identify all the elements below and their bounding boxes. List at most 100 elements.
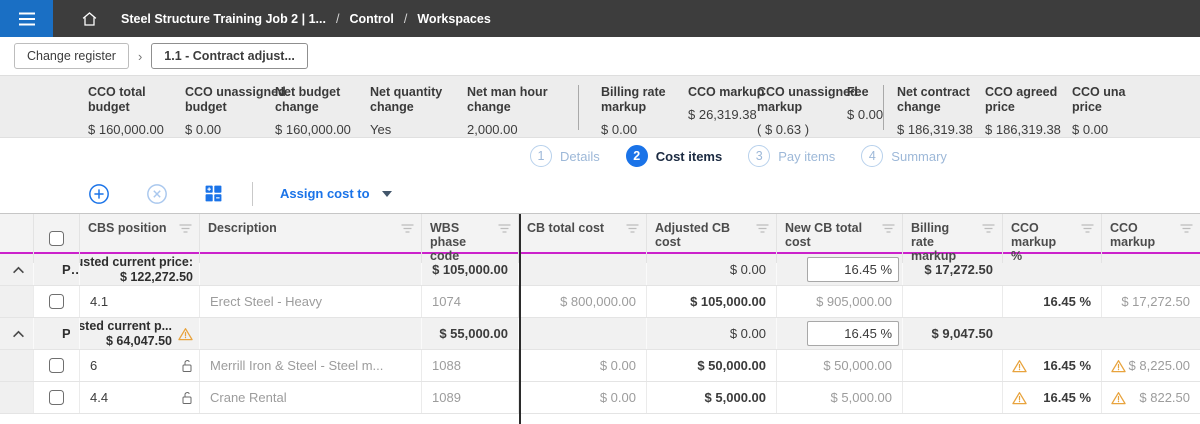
collapse-group-cell[interactable] [0, 318, 34, 349]
stats-divider [578, 85, 579, 130]
breadcrumb-control[interactable]: Control [349, 12, 393, 26]
filter-icon[interactable] [1081, 224, 1094, 233]
cbs-position-value: 4.4 [90, 390, 108, 405]
stat-billing-rate-markup: Billing rate markup $ 0.00 [601, 85, 688, 137]
stat-label: CCO markup [688, 85, 757, 100]
adjusted-cb-cost-cell: $ 55,000.00 [422, 318, 519, 349]
select-all-checkbox[interactable] [49, 231, 64, 246]
warning-icon [1111, 359, 1126, 373]
adjusted-price-value: $ 122,272.50 [80, 270, 193, 285]
filter-icon[interactable] [498, 224, 511, 233]
chevron-down-icon [382, 191, 392, 197]
filter-icon[interactable] [882, 224, 895, 233]
breadcrumb-workspaces[interactable]: Workspaces [417, 12, 490, 26]
billing-rate-markup-cell [903, 350, 1003, 381]
stat-value: Yes [370, 122, 467, 137]
warning-icon [178, 327, 193, 341]
step-cost-items[interactable]: 2 Cost items [626, 145, 722, 167]
expand-column-header [0, 214, 34, 263]
step-number: 4 [861, 145, 883, 167]
step-number: 1 [530, 145, 552, 167]
expand-cell [0, 286, 34, 317]
cb-total-cost-cell: $ 800,000.00 [519, 286, 647, 317]
filter-icon[interactable] [1180, 224, 1193, 233]
wbs-phase-code-cell: 1088 [422, 350, 519, 381]
add-row-button[interactable] [88, 183, 110, 205]
cco-markup-pct-value: 16.45 % [1043, 358, 1091, 373]
adjusted-price-label: Adjusted current p... [80, 319, 172, 334]
cost-item-row: 6 Merrill Iron & Steel - Steel m... 1088… [0, 350, 1200, 382]
warning-icon [1012, 359, 1027, 373]
stat-value: $ 160,000.00 [275, 122, 370, 137]
cco-markup-pct-cell [777, 318, 903, 349]
filter-icon[interactable] [982, 224, 995, 233]
row-checkbox-cell [34, 350, 80, 381]
summary-stats-bar: CCO total budget $ 160,000.00 CCO unassi… [0, 75, 1200, 138]
cb-total-cost-cell: $ 0.00 [519, 382, 647, 413]
step-details[interactable]: 1 Details [530, 145, 600, 167]
header-cb-total-cost: CB total cost [519, 214, 647, 263]
stat-label: CCO unassigned budget [185, 85, 275, 115]
filter-icon[interactable] [179, 224, 192, 233]
filter-icon[interactable] [756, 224, 769, 233]
filter-icon[interactable] [401, 224, 414, 233]
home-icon [80, 10, 99, 28]
header-label: CCO markup % [1011, 221, 1067, 263]
cco-markup-pct-cell[interactable]: 16.45 % [1003, 350, 1102, 381]
pay-item-group-row: Pay item CCO-001 - Additional Steel Work… [0, 318, 1200, 350]
cbs-position-cell: 4.1 [80, 286, 200, 317]
wbs-phase-code-cell: 1089 [422, 382, 519, 413]
active-contract-tab[interactable]: 1.1 - Contract adjust... [151, 43, 308, 69]
cost-items-grid: CBS position Description WBS phase code … [0, 213, 1200, 424]
cco-markup-cell: $ 8,225.00 [1102, 350, 1200, 381]
delete-row-button-disabled[interactable] [146, 183, 168, 205]
header-label: CB total cost [527, 221, 604, 235]
breadcrumb-project[interactable]: Steel Structure Training Job 2 | 1... [121, 12, 326, 26]
stat-net-budget-change: Net budget change $ 160,000.00 [275, 85, 370, 137]
filter-icon[interactable] [626, 224, 639, 233]
select-all-checkbox-cell [34, 214, 80, 263]
stat-net-quantity-change: Net quantity change Yes [370, 85, 467, 137]
cb-total-cost-cell [200, 318, 422, 349]
stat-label: Net quantity change [370, 85, 467, 115]
hamburger-menu-button[interactable] [0, 0, 53, 37]
billing-rate-markup-cell [903, 382, 1003, 413]
cco-markup-value: $ 822.50 [1139, 390, 1190, 405]
expand-collapse-grid-icon [204, 184, 223, 203]
warning-icon [1012, 391, 1027, 405]
row-checkbox[interactable] [49, 390, 64, 405]
stat-value: ( $ 0.63 ) [757, 122, 847, 137]
stat-label: CCO unassigned markup [757, 85, 847, 115]
expand-collapse-groups-button[interactable] [204, 184, 223, 203]
expand-cell [0, 382, 34, 413]
billing-rate-markup-cell [903, 286, 1003, 317]
cbs-position-value: 6 [90, 358, 97, 373]
cco-markup-pct-cell[interactable]: 16.45 % [1003, 286, 1102, 317]
change-register-button[interactable]: Change register [14, 43, 129, 69]
header-billing-rate-markup: Billing rate markup [903, 214, 1003, 263]
adjusted-cb-cost-cell: $ 50,000.00 [647, 350, 777, 381]
home-button[interactable] [80, 10, 99, 28]
breadcrumb-separator: / [404, 12, 407, 26]
cbs-position-cell: 6 [80, 350, 200, 381]
grid-header-row: CBS position Description WBS phase code … [0, 214, 1200, 254]
assign-cost-to-dropdown[interactable]: Assign cost to [280, 186, 392, 201]
row-checkbox[interactable] [49, 358, 64, 373]
header-label: CCO markup [1110, 221, 1166, 249]
cco-markup-pct-cell[interactable]: 16.45 % [1003, 382, 1102, 413]
step-pay-items[interactable]: 3 Pay items [748, 145, 835, 167]
description-cell: Erect Steel - Heavy [200, 286, 422, 317]
app-window: Steel Structure Training Job 2 | 1... / … [0, 0, 1200, 424]
header-label: Billing rate markup [911, 221, 965, 263]
stat-cco-unassigned-markup: CCO unassigned markup ( $ 0.63 ) [757, 85, 847, 137]
step-summary[interactable]: 4 Summary [861, 145, 947, 167]
step-label: Pay items [778, 149, 835, 164]
adjusted-cb-cost-cell: $ 105,000.00 [647, 286, 777, 317]
cost-item-row: 4.4 Crane Rental 1089 $ 0.00 $ 5,000.00 … [0, 382, 1200, 414]
new-cb-total-cost-cell: $ 905,000.00 [777, 286, 903, 317]
cco-markup-cell: $ 9,047.50 [903, 318, 1003, 349]
wbs-phase-code-cell: 1074 [422, 286, 519, 317]
row-checkbox[interactable] [49, 294, 64, 309]
cco-markup-pct-input[interactable] [807, 321, 899, 346]
header-adjusted-cb-cost: Adjusted CB cost [647, 214, 777, 263]
